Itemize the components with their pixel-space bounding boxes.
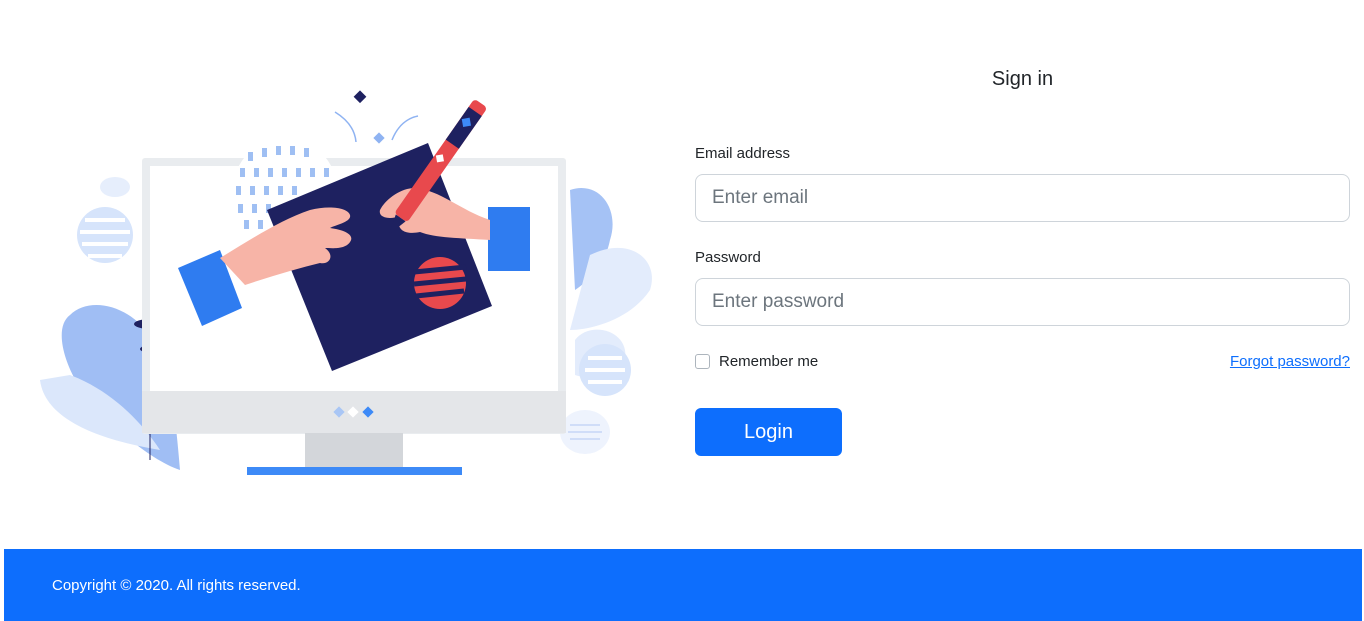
email-field[interactable] — [695, 174, 1350, 222]
login-button[interactable]: Login — [695, 408, 842, 456]
email-label: Email address — [695, 145, 791, 162]
footer: Copyright © 2020. All rights reserved. — [4, 549, 1362, 621]
page-title: Sign in — [991, 68, 1054, 90]
password-label: Password — [695, 249, 761, 266]
remember-me-row: Remember me — [695, 353, 818, 370]
remember-me-checkbox[interactable] — [695, 354, 710, 369]
copyright-text: Copyright © 2020. All rights reserved. — [52, 577, 301, 594]
password-field[interactable] — [695, 278, 1350, 326]
remember-me-label[interactable]: Remember me — [719, 353, 818, 370]
login-illustration — [30, 80, 670, 490]
forgot-password-link[interactable]: Forgot password? — [1230, 353, 1350, 370]
